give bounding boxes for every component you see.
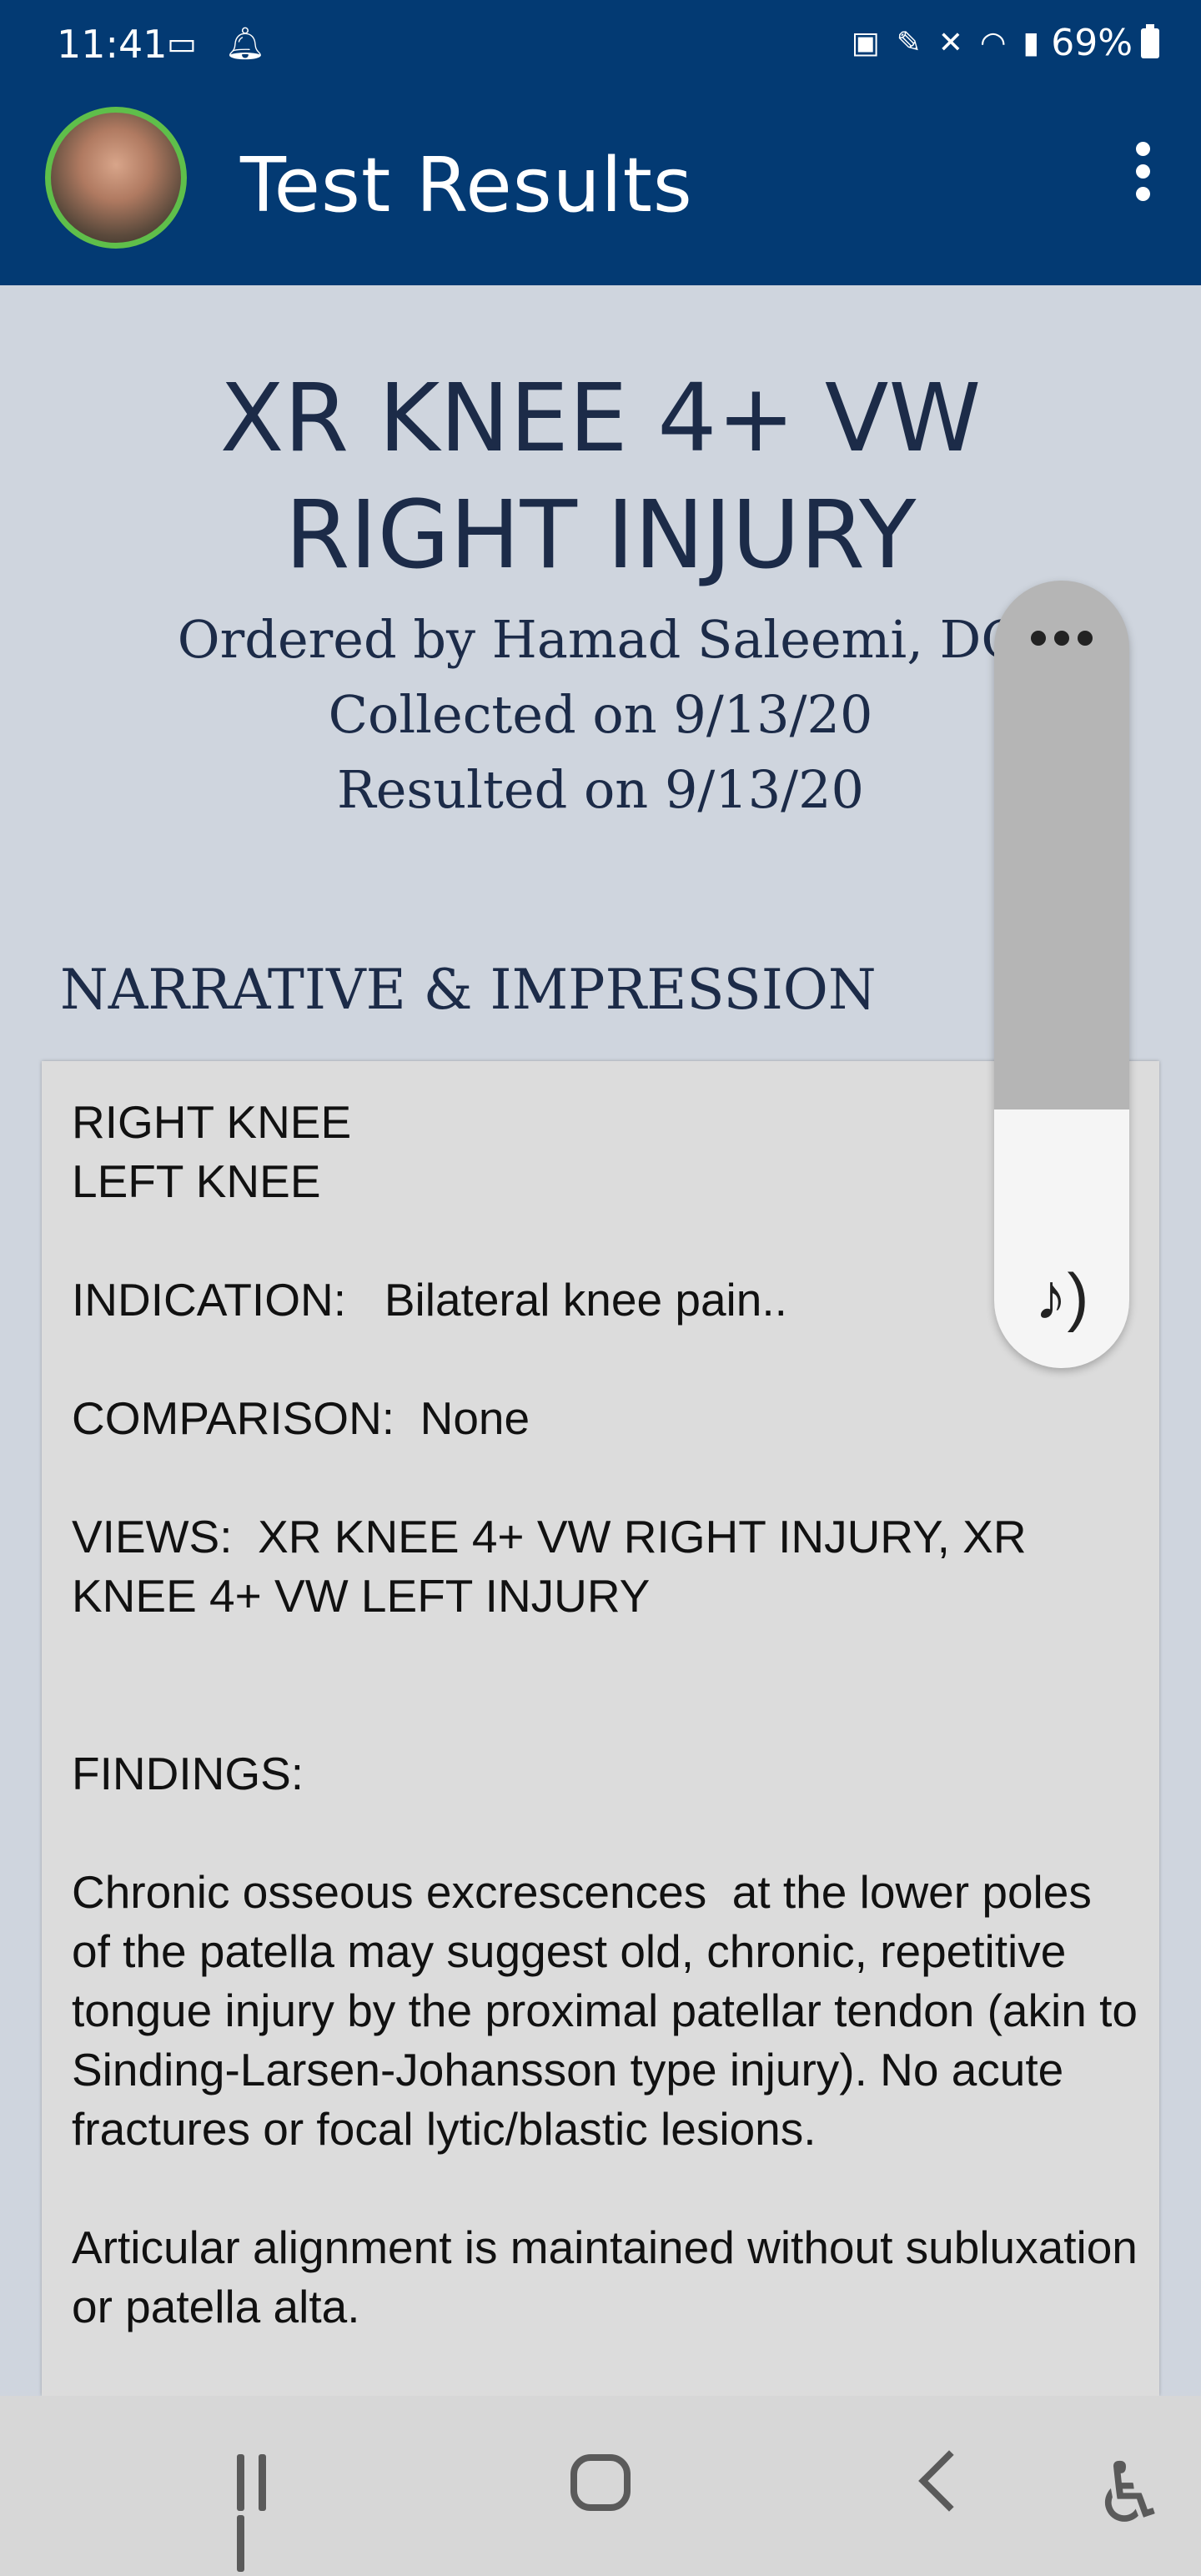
- status-right-icons: ▣ ✎ ✕ ◠ ▮ 69%: [835, 22, 1159, 64]
- recent-apps-button[interactable]: [237, 2454, 295, 2572]
- media-volume-icon[interactable]: ♪): [994, 1259, 1129, 1335]
- home-button[interactable]: [570, 2454, 631, 2511]
- report-card[interactable]: RIGHT KNEE LEFT KNEE INDICATION: Bilater…: [42, 1061, 1159, 2396]
- wifi-icon: ◠: [979, 26, 1007, 60]
- report-text: RIGHT KNEE LEFT KNEE INDICATION: Bilater…: [72, 1096, 1138, 2332]
- voicemail-icon: ▭: [167, 25, 197, 62]
- overflow-menu-icon[interactable]: [1126, 133, 1159, 217]
- volume-more-icon[interactable]: [994, 631, 1129, 650]
- resulted-date: Resulted on 9/13/20: [337, 759, 864, 820]
- alarm-icon: 🔔︎: [225, 25, 266, 62]
- pen-icon: ✎: [896, 26, 922, 60]
- avatar[interactable]: [45, 107, 187, 249]
- status-bar: 11:41 ▭ 🔔︎ ▣ ✎ ✕ ◠ ▮ 69%: [0, 0, 1201, 92]
- accessibility-icon[interactable]: ♿︎: [1093, 2444, 1168, 2542]
- app-bar: Test Results: [0, 92, 1201, 285]
- battery-icon: [1141, 23, 1159, 58]
- collected-date: Collected on 9/13/20: [328, 684, 873, 745]
- battery-saver-icon: ▣: [851, 26, 880, 60]
- ordered-by: Ordered by Hamad Saleemi, DO: [177, 609, 1024, 670]
- page-title: XR KNEE 4+ VW RIGHT INJURY: [219, 365, 982, 590]
- battery-percent: 69%: [1051, 22, 1133, 64]
- back-button[interactable]: [918, 2450, 980, 2512]
- status-left-icons: ▭ 🔔︎: [167, 25, 284, 63]
- signal-icon: ▮: [1023, 26, 1040, 60]
- navigation-bar: ♿︎: [0, 2396, 1201, 2576]
- section-heading: NARRATIVE & IMPRESSION: [60, 958, 877, 1022]
- mute-icon: ✕: [937, 26, 963, 60]
- volume-panel[interactable]: ♪): [994, 581, 1129, 1368]
- status-time: 11:41: [57, 22, 168, 67]
- app-title: Test Results: [240, 142, 693, 229]
